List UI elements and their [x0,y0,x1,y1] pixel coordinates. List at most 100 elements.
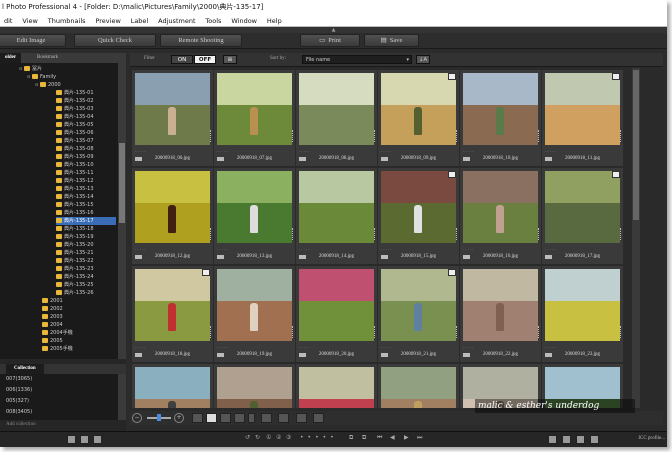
menu-thumbnails[interactable]: Thumbnails [44,15,90,27]
rating-stars-icon[interactable]: ····· [463,149,474,154]
thumbnail-image[interactable] [217,269,292,341]
menu-window[interactable]: Window [227,15,261,27]
last-icon[interactable]: ⏭ [417,434,422,442]
thumbnail-cell[interactable] [214,364,295,408]
tree-node-family[interactable]: ⊟ Family [27,73,56,81]
collection-item[interactable]: 005(327) [6,396,29,406]
thumbnail-image[interactable] [217,171,292,243]
folder-tree-scrollbar[interactable] [118,63,126,359]
menu-preview[interactable]: Preview [91,15,124,27]
rating-3-icon[interactable]: ③ [286,434,291,441]
thumbnail-cell[interactable] [378,364,459,408]
thumbnail-cell[interactable]: ····· 20000918_14.jpg [296,168,377,264]
thumbnail-cell[interactable]: ····· 20000918_16.jpg [460,168,541,264]
tree-node-folder[interactable]: 典片-135-12 [56,177,94,185]
tree-node-folder[interactable]: 典片-135-11 [56,169,94,177]
collection-scrollbar[interactable] [118,374,126,420]
thumbnail-cell[interactable]: ····· 20000918_22.jpg [460,266,541,362]
rating-stars-icon[interactable]: ····· [299,149,310,154]
panel-toggle-icon[interactable] [548,435,557,444]
thumbnail-image[interactable] [381,269,456,341]
view-large-icon[interactable] [192,413,203,423]
thumbnail-image[interactable] [545,269,620,341]
collection-item[interactable]: 008(3405) [6,407,32,417]
thumbnail-image[interactable] [299,367,374,408]
tree-node-folder[interactable]: 典片-135-02 [56,97,94,105]
star-rating-icon[interactable]: ••••• [300,434,338,441]
tree-node-folder[interactable]: 典片-135-16 [56,209,94,217]
rating-2-icon[interactable]: ② [276,434,281,441]
tree-node-folder[interactable]: 典片-135-13 [56,185,94,193]
thumbnail-cell[interactable]: ····· 20000918_15.jpg [378,168,459,264]
thumbnail-cell[interactable]: ····· 20000918_18.jpg [132,266,213,362]
view-medium-icon[interactable] [206,413,217,423]
rating-stars-icon[interactable]: ····· [545,149,556,154]
tree-node-folder[interactable]: 典片-135-22 [56,257,94,265]
rating-stars-icon[interactable]: ····· [135,149,146,154]
tab-bookmark[interactable]: Bookmark [32,53,63,63]
grid-overlay-icon[interactable] [313,413,324,423]
tree-node-folder[interactable]: 典片-135-19 [56,233,94,241]
rotate-left-icon[interactable]: ↺ [245,434,250,441]
sort-select[interactable]: File name ▾ [302,55,412,64]
rating-stars-icon[interactable]: ····· [217,149,228,154]
rating-stars-icon[interactable]: ····· [217,247,228,252]
thumbnail-cell[interactable]: ····· 20000918_20.jpg [296,266,377,362]
rating-stars-icon[interactable]: ····· [135,345,146,350]
tree-node-year[interactable]: ⊟ 2000 [35,81,61,89]
panel-toggle-icon[interactable] [562,435,571,444]
thumbnail-cell[interactable]: ····· 20000918_09.jpg [378,70,459,166]
menu-edit[interactable]: dit [0,15,16,27]
tree-node-year[interactable]: 2003 [42,313,63,321]
tree-node-folder[interactable]: 典片-135-10 [56,161,94,169]
thumbnail-image[interactable] [463,73,538,145]
menu-help[interactable]: Help [263,15,286,27]
thumbnail-image[interactable] [299,171,374,243]
zoom-slider-handle[interactable] [157,414,161,421]
tree-node-year[interactable]: 2005 [42,337,63,345]
tree-node-year[interactable]: 2001 [42,297,63,305]
menu-adjustment[interactable]: Adjustment [154,15,199,27]
thumbnail-cell[interactable] [132,364,213,408]
tree-node-folder[interactable]: 典片-135-24 [56,273,94,281]
panel-toggle-icon[interactable] [576,435,585,444]
menu-view[interactable]: View [18,15,41,27]
thumbnail-image[interactable] [381,367,456,408]
thumbnail-image[interactable] [217,73,292,145]
scrollbar-thumb[interactable] [633,70,639,220]
first-icon[interactable]: ⏮ [377,434,382,442]
edit-image-button[interactable]: Edit Image [0,34,66,47]
thumbnail-cell[interactable]: ····· 20000918_21.jpg [378,266,459,362]
rating-stars-icon[interactable]: ····· [381,247,392,252]
thumbnail-image[interactable] [135,171,210,243]
tree-node-folder[interactable]: 典片-135-26 [56,289,94,297]
next-icon[interactable]: ▶ [404,434,409,441]
tree-node-folder[interactable]: 典片-135-15 [56,201,94,209]
rating-stars-icon[interactable]: ····· [299,247,310,252]
tree-node-folder[interactable]: 典片-135-03 [56,105,94,113]
tree-node-folder[interactable]: 典片-135-07 [56,137,94,145]
tree-node-year[interactable]: 2005手機 [42,345,73,353]
layout-split-icon[interactable] [80,435,89,444]
thumbnail-cell[interactable]: ····· 20000918_19.jpg [214,266,295,362]
thumbnail-image[interactable] [545,171,620,243]
tree-node-folder[interactable]: 典片-135-08 [56,145,94,153]
zoom-out-icon[interactable]: − [132,413,142,423]
tree-node-folder[interactable]: 典片-135-21 [56,249,94,257]
filter-settings-icon[interactable]: ⊞ [223,55,237,64]
filter-on-button[interactable]: ON [171,55,193,64]
compare-icon[interactable]: ⧉ [349,434,353,442]
rating-stars-icon[interactable]: ····· [463,247,474,252]
thumbnail-image[interactable] [545,73,620,145]
tree-node-folder[interactable]: 典片-135-25 [56,281,94,289]
collection-item[interactable]: 006(1336) [6,385,32,395]
tree-node-year[interactable]: 2004手機 [42,329,73,337]
tab-collection[interactable]: Collection [6,364,44,374]
tree-node-folder[interactable]: 典片-135-06 [56,129,94,137]
rotate-right-icon[interactable]: ↻ [255,434,260,441]
thumbnail-image[interactable] [299,73,374,145]
thumbnail-cell[interactable] [296,364,377,408]
tree-node-folder[interactable]: 典片-135-14 [56,193,94,201]
rating-stars-icon[interactable]: ····· [463,345,474,350]
thumbnail-image[interactable] [135,73,210,145]
